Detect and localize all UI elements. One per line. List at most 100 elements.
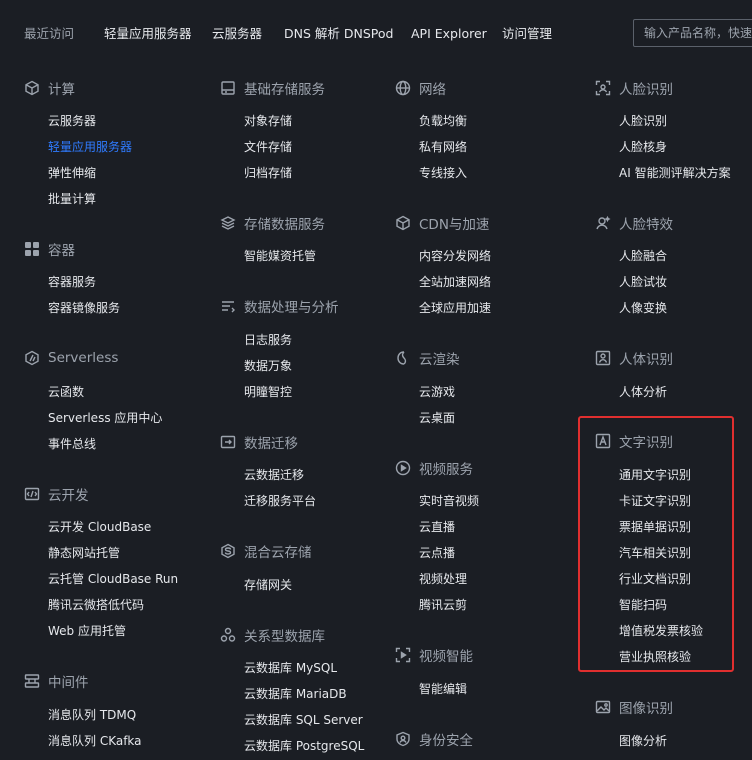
container-icon <box>24 241 40 257</box>
globe-icon <box>395 80 411 96</box>
product-link[interactable]: 存储网关 <box>244 577 292 593</box>
product-link[interactable]: 人脸融合 <box>619 248 667 264</box>
face-scan-icon <box>595 80 611 96</box>
product-link[interactable]: 迁移服务平台 <box>244 493 316 509</box>
product-link[interactable]: 营业执照核验 <box>619 649 691 665</box>
category-relational-db: 关系型数据库 <box>220 625 325 645</box>
category-title: 混合云存储 <box>244 545 312 561</box>
top-nav: 最近访问 轻量应用服务器 云服务器 DNS 解析 DNSPod API Expl… <box>0 0 752 68</box>
product-link[interactable]: 人像变换 <box>619 300 667 316</box>
product-link-active[interactable]: 轻量应用服务器 <box>48 139 132 155</box>
category-storage-data: 存储数据服务 <box>220 213 325 233</box>
category-title: 人脸识别 <box>619 82 673 98</box>
category-basic-storage: 基础存储服务 <box>220 78 325 98</box>
product-link[interactable]: 云数据库 MariaDB <box>244 686 347 702</box>
product-link[interactable]: 消息队列 CKafka <box>48 733 142 749</box>
product-link[interactable]: 卡证文字识别 <box>619 493 691 509</box>
middleware-icon <box>24 673 40 689</box>
product-link[interactable]: 归档存储 <box>244 165 292 181</box>
product-link[interactable]: 数据万象 <box>244 358 292 374</box>
category-serverless: Serverless <box>24 348 118 368</box>
product-link[interactable]: 云数据库 SQL Server <box>244 712 363 728</box>
product-link[interactable]: 云函数 <box>48 384 84 400</box>
product-link[interactable]: 私有网络 <box>419 139 467 155</box>
category-video-services: 视频服务 <box>395 458 473 478</box>
category-title: 存储数据服务 <box>244 217 325 233</box>
product-link[interactable]: 云服务器 <box>48 113 96 129</box>
category-title: 网络 <box>419 82 446 98</box>
code-icon <box>24 486 40 502</box>
hybrid-storage-icon <box>220 543 236 559</box>
product-link[interactable]: 腾讯云微搭低代码 <box>48 597 144 613</box>
category-title: 中间件 <box>48 675 89 691</box>
recent-item-api-explorer[interactable]: API Explorer <box>411 25 487 43</box>
face-effect-icon <box>595 215 611 231</box>
product-link[interactable]: 云直播 <box>419 519 455 535</box>
category-title: 云渲染 <box>419 352 460 368</box>
category-data-processing: 数据处理与分析 <box>220 296 339 316</box>
product-link[interactable]: 腾讯云剪 <box>419 597 467 613</box>
category-network: 网络 <box>395 78 446 98</box>
recent-item-cvm[interactable]: 云服务器 <box>212 25 262 43</box>
product-link[interactable]: 云托管 CloudBase Run <box>48 571 178 587</box>
data-process-icon <box>220 298 236 314</box>
product-link[interactable]: 图像分析 <box>619 733 667 749</box>
product-link[interactable]: 事件总线 <box>48 436 96 452</box>
recent-item-dnspod[interactable]: DNS 解析 DNSPod <box>284 25 393 43</box>
product-link[interactable]: 明瞳智控 <box>244 384 292 400</box>
product-link[interactable]: 云游戏 <box>419 384 455 400</box>
category-cdn: CDN与加速 <box>395 213 489 233</box>
product-link[interactable]: 智能编辑 <box>419 681 467 697</box>
text-ocr-icon <box>595 433 611 449</box>
product-link[interactable]: 人脸识别 <box>619 113 667 129</box>
product-link[interactable]: 内容分发网络 <box>419 248 491 264</box>
category-title: 基础存储服务 <box>244 82 325 98</box>
product-link[interactable]: 全球应用加速 <box>419 300 491 316</box>
product-link[interactable]: 容器服务 <box>48 274 96 290</box>
product-link[interactable]: 通用文字识别 <box>619 467 691 483</box>
product-link[interactable]: 云数据库 MySQL <box>244 660 337 676</box>
product-link[interactable]: 云开发 CloudBase <box>48 519 151 535</box>
product-link[interactable]: 智能扫码 <box>619 597 667 613</box>
product-link[interactable]: 弹性伸缩 <box>48 165 96 181</box>
category-title: 人脸特效 <box>619 217 673 233</box>
product-link[interactable]: 专线接入 <box>419 165 467 181</box>
product-link[interactable]: 智能媒资托管 <box>244 248 316 264</box>
product-link[interactable]: 人脸试妆 <box>619 274 667 290</box>
render-icon <box>395 350 411 366</box>
product-link[interactable]: Web 应用托管 <box>48 623 126 639</box>
category-title: 关系型数据库 <box>244 629 325 645</box>
recent-item-lighthouse[interactable]: 轻量应用服务器 <box>104 25 192 43</box>
product-link[interactable]: 负载均衡 <box>419 113 467 129</box>
product-link[interactable]: 静态网站托管 <box>48 545 120 561</box>
category-cloud-render: 云渲染 <box>395 348 460 368</box>
product-link[interactable]: AI 智能测评解决方案 <box>619 165 731 181</box>
product-link[interactable]: 票据单据识别 <box>619 519 691 535</box>
product-link[interactable]: 增值税发票核验 <box>619 623 703 639</box>
category-container: 容器 <box>24 239 75 259</box>
product-link[interactable]: 文件存储 <box>244 139 292 155</box>
product-link[interactable]: 云数据迁移 <box>244 467 304 483</box>
product-link[interactable]: 行业文档识别 <box>619 571 691 587</box>
product-link[interactable]: 云桌面 <box>419 410 455 426</box>
product-link[interactable]: 对象存储 <box>244 113 292 129</box>
product-link[interactable]: 日志服务 <box>244 332 292 348</box>
category-title: Serverless <box>48 350 119 366</box>
product-search-input[interactable] <box>633 19 752 47</box>
product-link[interactable]: 云数据库 PostgreSQL <box>244 738 364 754</box>
product-link[interactable]: 云点播 <box>419 545 455 561</box>
product-link[interactable]: 容器镜像服务 <box>48 300 120 316</box>
recent-item-cam[interactable]: 访问管理 <box>502 25 552 43</box>
product-link[interactable]: 实时音视频 <box>419 493 479 509</box>
category-title: 计算 <box>48 82 75 98</box>
category-title: 数据迁移 <box>244 436 298 452</box>
product-link[interactable]: 消息队列 TDMQ <box>48 707 136 723</box>
product-link[interactable]: Serverless 应用中心 <box>48 410 162 426</box>
category-title: 容器 <box>48 243 75 259</box>
product-link[interactable]: 人脸核身 <box>619 139 667 155</box>
product-link[interactable]: 批量计算 <box>48 191 96 207</box>
product-link[interactable]: 全站加速网络 <box>419 274 491 290</box>
product-link[interactable]: 人体分析 <box>619 384 667 400</box>
product-link[interactable]: 汽车相关识别 <box>619 545 691 561</box>
product-link[interactable]: 视频处理 <box>419 571 467 587</box>
